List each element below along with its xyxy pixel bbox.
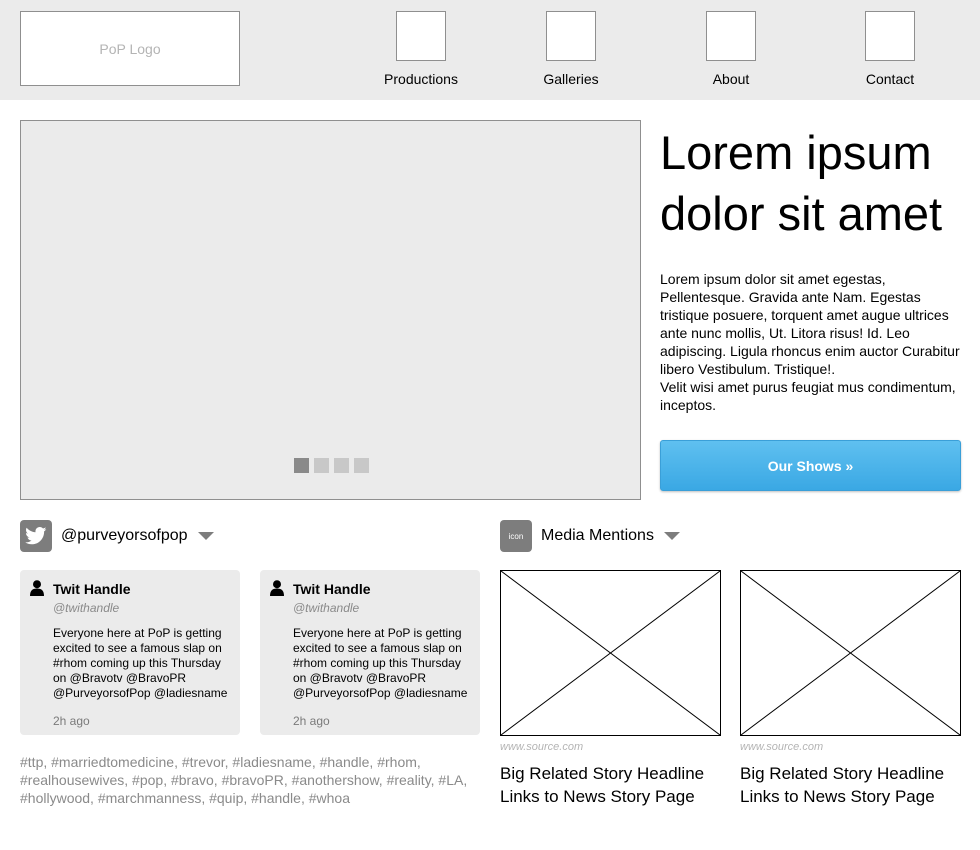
user-icon — [30, 580, 44, 596]
nav-item-contact[interactable]: Contact — [840, 11, 940, 87]
tweet-time: 2h ago — [53, 714, 90, 728]
logo[interactable]: PoP Logo — [20, 11, 240, 86]
twitter-bird-icon[interactable] — [20, 520, 52, 552]
media-item[interactable]: www.source.com Big Related Story Headlin… — [740, 570, 962, 808]
nav-label: Galleries — [543, 71, 599, 87]
site-header: PoP Logo Productions Galleries About Con… — [0, 0, 980, 100]
about-icon — [706, 11, 756, 61]
galleries-icon — [546, 11, 596, 61]
hero-body: Lorem ipsum dolor sit amet egestas, Pell… — [660, 270, 965, 414]
media-title[interactable]: Media Mentions — [541, 527, 654, 545]
productions-icon — [396, 11, 446, 61]
carousel-dot[interactable] — [334, 458, 349, 473]
tweet-text: Everyone here at PoP is getting excited … — [53, 626, 228, 700]
tweet-handle[interactable]: @twithandle — [293, 601, 359, 615]
carousel-dots — [294, 458, 369, 473]
carousel-dot[interactable] — [314, 458, 329, 473]
hashtag-list[interactable]: #ttp, #marriedtomedicine, #trevor, #ladi… — [20, 753, 490, 807]
hero-title: Lorem ipsum dolor sit amet — [660, 126, 943, 240]
tweet-handle[interactable]: @twithandle — [53, 601, 119, 615]
media-header: icon Media Mentions — [500, 520, 680, 552]
carousel-dot[interactable] — [354, 458, 369, 473]
tweet-name: Twit Handle — [53, 581, 131, 597]
nav-item-about[interactable]: About — [681, 11, 781, 87]
chevron-down-icon[interactable] — [663, 532, 680, 540]
media-source[interactable]: www.source.com — [500, 741, 722, 753]
nav-label: Contact — [865, 71, 915, 87]
hero-paragraph: Velit wisi amet purus feugiat mus condim… — [660, 379, 956, 413]
media-item[interactable]: www.source.com Big Related Story Headlin… — [500, 570, 722, 808]
contact-icon — [865, 11, 915, 61]
chevron-down-icon[interactable] — [197, 532, 214, 540]
our-shows-button[interactable]: Our Shows » — [660, 440, 961, 491]
nav-item-productions[interactable]: Productions — [371, 11, 471, 87]
media-headline[interactable]: Big Related Story Headline Links to News… — [740, 762, 962, 808]
tweet-text: Everyone here at PoP is getting excited … — [293, 626, 468, 700]
nav-item-galleries[interactable]: Galleries — [521, 11, 621, 87]
twitter-header: @purveyorsofpop — [20, 520, 214, 552]
tweet-name: Twit Handle — [293, 581, 371, 597]
media-headline[interactable]: Big Related Story Headline Links to News… — [500, 762, 722, 808]
media-source[interactable]: www.source.com — [740, 741, 962, 753]
tweet-card[interactable]: Twit Handle @twithandle Everyone here at… — [260, 570, 480, 735]
logo-text: PoP Logo — [99, 40, 161, 57]
tweet-time: 2h ago — [293, 714, 330, 728]
twitter-handle[interactable]: @purveyorsofpop — [61, 527, 188, 545]
image-placeholder-icon[interactable] — [740, 570, 961, 736]
nav-label: Productions — [384, 71, 458, 87]
hero-paragraph: Lorem ipsum dolor sit amet egestas, Pell… — [660, 271, 960, 377]
user-icon — [270, 580, 284, 596]
nav-label: About — [712, 71, 750, 87]
image-placeholder-icon[interactable] — [500, 570, 721, 736]
media-icon: icon — [500, 520, 532, 552]
hero-carousel[interactable] — [20, 120, 641, 500]
tweet-card[interactable]: Twit Handle @twithandle Everyone here at… — [20, 570, 240, 735]
carousel-dot[interactable] — [294, 458, 309, 473]
